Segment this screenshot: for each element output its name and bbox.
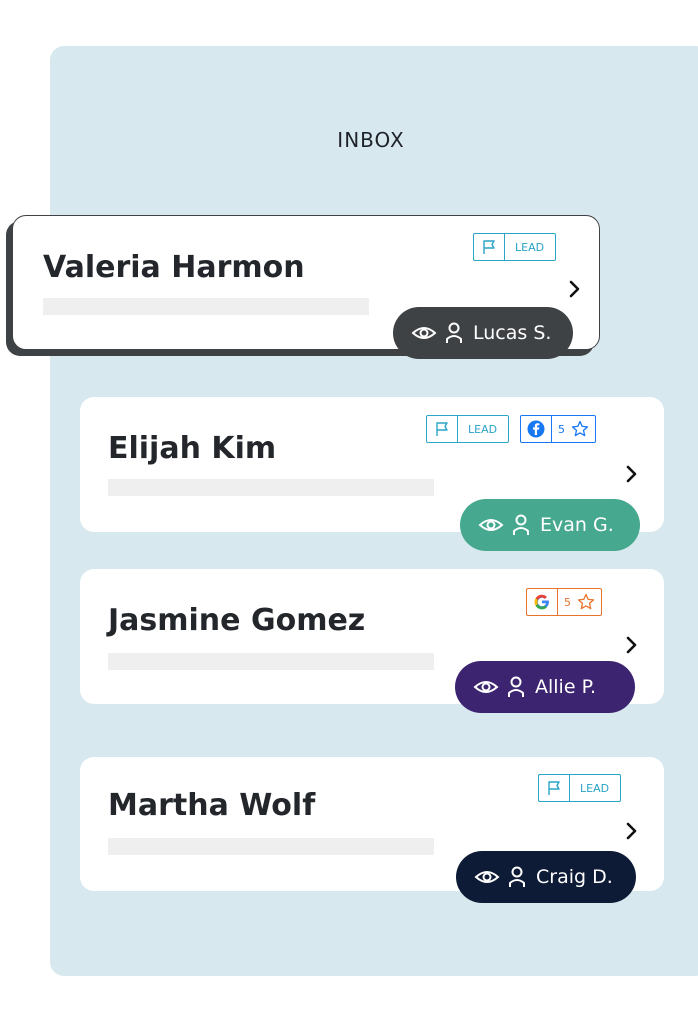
assignee-pill[interactable]: Allie P.	[455, 661, 635, 713]
review-count: 5	[564, 595, 571, 609]
lead-badge-label: LEAD	[580, 781, 610, 795]
assignee-name: Craig D.	[536, 866, 613, 888]
lead-badge-label: LEAD	[515, 240, 545, 254]
assignee-pill[interactable]: Craig D.	[456, 851, 636, 903]
message-preview-placeholder	[108, 838, 434, 855]
chevron-right-icon[interactable]	[623, 636, 641, 654]
star-icon	[571, 416, 595, 442]
google-review-badge: 5	[526, 588, 602, 616]
chevron-right-icon[interactable]	[623, 822, 641, 840]
message-preview-placeholder	[108, 653, 434, 670]
chevron-right-icon[interactable]	[566, 280, 584, 298]
user-icon	[508, 866, 526, 888]
chevron-right-icon[interactable]	[623, 465, 641, 483]
facebook-review-badge: 5	[520, 415, 596, 443]
contact-name: Martha Wolf	[108, 788, 316, 823]
assignee-name: Lucas S.	[473, 322, 552, 344]
eye-icon	[473, 678, 499, 696]
lead-badge: LEAD	[426, 415, 510, 443]
assignee-pill[interactable]: Evan G.	[460, 499, 640, 551]
eye-icon	[474, 868, 500, 886]
review-count: 5	[558, 422, 565, 436]
flag-icon	[474, 234, 504, 260]
assignee-pill[interactable]: Lucas S.	[393, 307, 573, 359]
contact-name: Jasmine Gomez	[108, 603, 366, 638]
user-icon	[512, 514, 530, 536]
contact-name: Valeria Harmon	[43, 250, 305, 285]
lead-badge-label: LEAD	[468, 422, 498, 436]
lead-badge: LEAD	[473, 233, 557, 261]
assignee-name: Evan G.	[540, 514, 614, 536]
user-icon	[507, 676, 525, 698]
lead-badge: LEAD	[538, 774, 622, 802]
user-icon	[445, 322, 463, 344]
message-preview-placeholder	[108, 479, 434, 496]
inbox-title: INBOX	[337, 128, 405, 152]
eye-icon	[411, 324, 437, 342]
message-preview-placeholder	[43, 298, 369, 315]
star-icon	[577, 589, 601, 615]
eye-icon	[478, 516, 504, 534]
assignee-name: Allie P.	[535, 676, 597, 698]
google-icon	[527, 589, 557, 615]
facebook-icon	[521, 416, 551, 442]
flag-icon	[539, 775, 569, 801]
flag-icon	[427, 416, 457, 442]
contact-name: Elijah Kim	[108, 431, 277, 466]
